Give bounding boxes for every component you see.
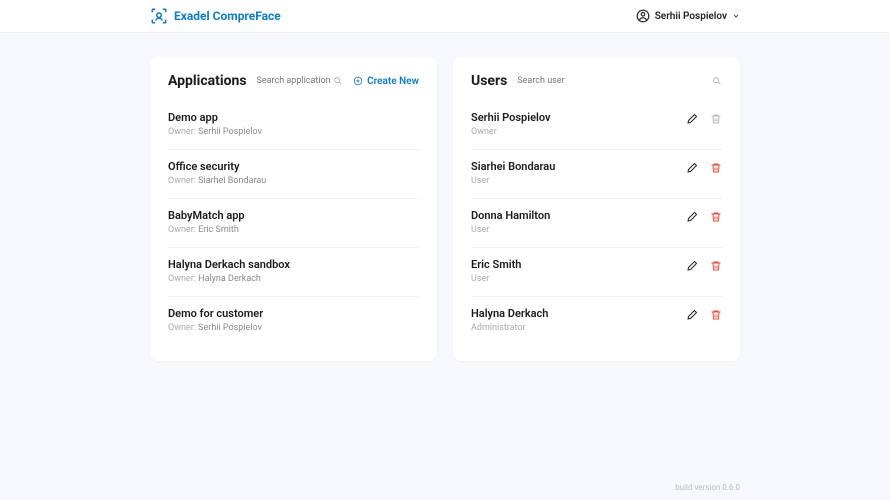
logo-text: Exadel CompreFace: [174, 9, 281, 23]
users-title: Users: [471, 73, 507, 89]
users-card: Users Serhii Pospielov Owner Siarhei Bon…: [453, 57, 740, 361]
delete-icon[interactable]: [710, 162, 722, 174]
user-role: Administrator: [471, 323, 686, 333]
edit-icon[interactable]: [686, 113, 698, 125]
user-actions: [686, 162, 722, 174]
user-avatar-icon: [636, 9, 650, 23]
user-row: Siarhei Bondarau User: [471, 150, 722, 199]
user-actions: [686, 211, 722, 223]
user-row: Serhii Pospielov Owner: [471, 101, 722, 150]
applications-list: Demo app Owner: Serhii Pospielov Office …: [168, 101, 419, 345]
build-version: build version 0.6.0: [675, 483, 740, 492]
user-role: User: [471, 225, 686, 235]
applications-search-wrap: [257, 76, 344, 86]
application-name: Office security: [168, 160, 419, 173]
edit-icon[interactable]: [686, 309, 698, 321]
chevron-down-icon: [732, 12, 740, 20]
user-row: Eric Smith User: [471, 248, 722, 297]
header: Exadel CompreFace Serhii Pospielov: [0, 0, 890, 33]
face-scan-icon: [150, 7, 168, 25]
user-name: Donna Hamilton: [471, 209, 686, 222]
applications-search-input[interactable]: [257, 76, 344, 86]
create-new-label: Create New: [367, 76, 419, 87]
application-row[interactable]: Demo app Owner: Serhii Pospielov: [168, 101, 419, 150]
user-info: Siarhei Bondarau User: [471, 160, 686, 186]
application-row[interactable]: BabyMatch app Owner: Eric Smith: [168, 199, 419, 248]
applications-title: Applications: [168, 73, 247, 89]
user-name: Halyna Derkach: [471, 307, 686, 320]
search-icon: [333, 76, 343, 86]
user-role: Owner: [471, 127, 686, 137]
user-name: Serhii Pospielov: [471, 111, 686, 124]
application-row[interactable]: Demo for customer Owner: Serhii Pospielo…: [168, 297, 419, 345]
delete-icon[interactable]: [710, 309, 722, 321]
users-search-wrap: [517, 76, 722, 86]
user-row: Donna Hamilton User: [471, 199, 722, 248]
user-name: Siarhei Bondarau: [471, 160, 686, 173]
application-owner: Owner: Eric Smith: [168, 225, 419, 235]
application-owner: Owner: Halyna Derkach: [168, 274, 419, 284]
application-row[interactable]: Halyna Derkach sandbox Owner: Halyna Der…: [168, 248, 419, 297]
application-name: Demo app: [168, 111, 419, 124]
users-list: Serhii Pospielov Owner Siarhei Bondarau …: [471, 101, 722, 345]
users-search-input[interactable]: [517, 76, 722, 86]
user-menu[interactable]: Serhii Pospielov: [636, 9, 740, 23]
application-name: BabyMatch app: [168, 209, 419, 222]
search-icon: [712, 76, 722, 86]
user-info: Donna Hamilton User: [471, 209, 686, 235]
user-info: Eric Smith User: [471, 258, 686, 284]
plus-circle-icon: [353, 76, 363, 86]
logo[interactable]: Exadel CompreFace: [150, 7, 281, 25]
application-owner: Owner: Serhii Pospielov: [168, 323, 419, 333]
edit-icon[interactable]: [686, 211, 698, 223]
user-info: Serhii Pospielov Owner: [471, 111, 686, 137]
user-name: Eric Smith: [471, 258, 686, 271]
user-actions: [686, 260, 722, 272]
users-header: Users: [471, 73, 722, 89]
applications-header: Applications Create New: [168, 73, 419, 89]
user-info: Halyna Derkach Administrator: [471, 307, 686, 333]
delete-icon[interactable]: [710, 113, 722, 125]
current-user-name: Serhii Pospielov: [655, 11, 727, 22]
user-actions: [686, 309, 722, 321]
delete-icon[interactable]: [710, 260, 722, 272]
create-new-button[interactable]: Create New: [353, 76, 419, 87]
application-name: Halyna Derkach sandbox: [168, 258, 419, 271]
application-owner: Owner: Siarhei Bondarau: [168, 176, 419, 186]
main-content: Applications Create New Demo app Owner: …: [0, 33, 890, 361]
application-row[interactable]: Office security Owner: Siarhei Bondarau: [168, 150, 419, 199]
user-role: User: [471, 176, 686, 186]
edit-icon[interactable]: [686, 162, 698, 174]
application-owner: Owner: Serhii Pospielov: [168, 127, 419, 137]
user-row: Halyna Derkach Administrator: [471, 297, 722, 345]
user-actions: [686, 113, 722, 125]
application-name: Demo for customer: [168, 307, 419, 320]
applications-card: Applications Create New Demo app Owner: …: [150, 57, 437, 361]
edit-icon[interactable]: [686, 260, 698, 272]
delete-icon[interactable]: [710, 211, 722, 223]
user-role: User: [471, 274, 686, 284]
